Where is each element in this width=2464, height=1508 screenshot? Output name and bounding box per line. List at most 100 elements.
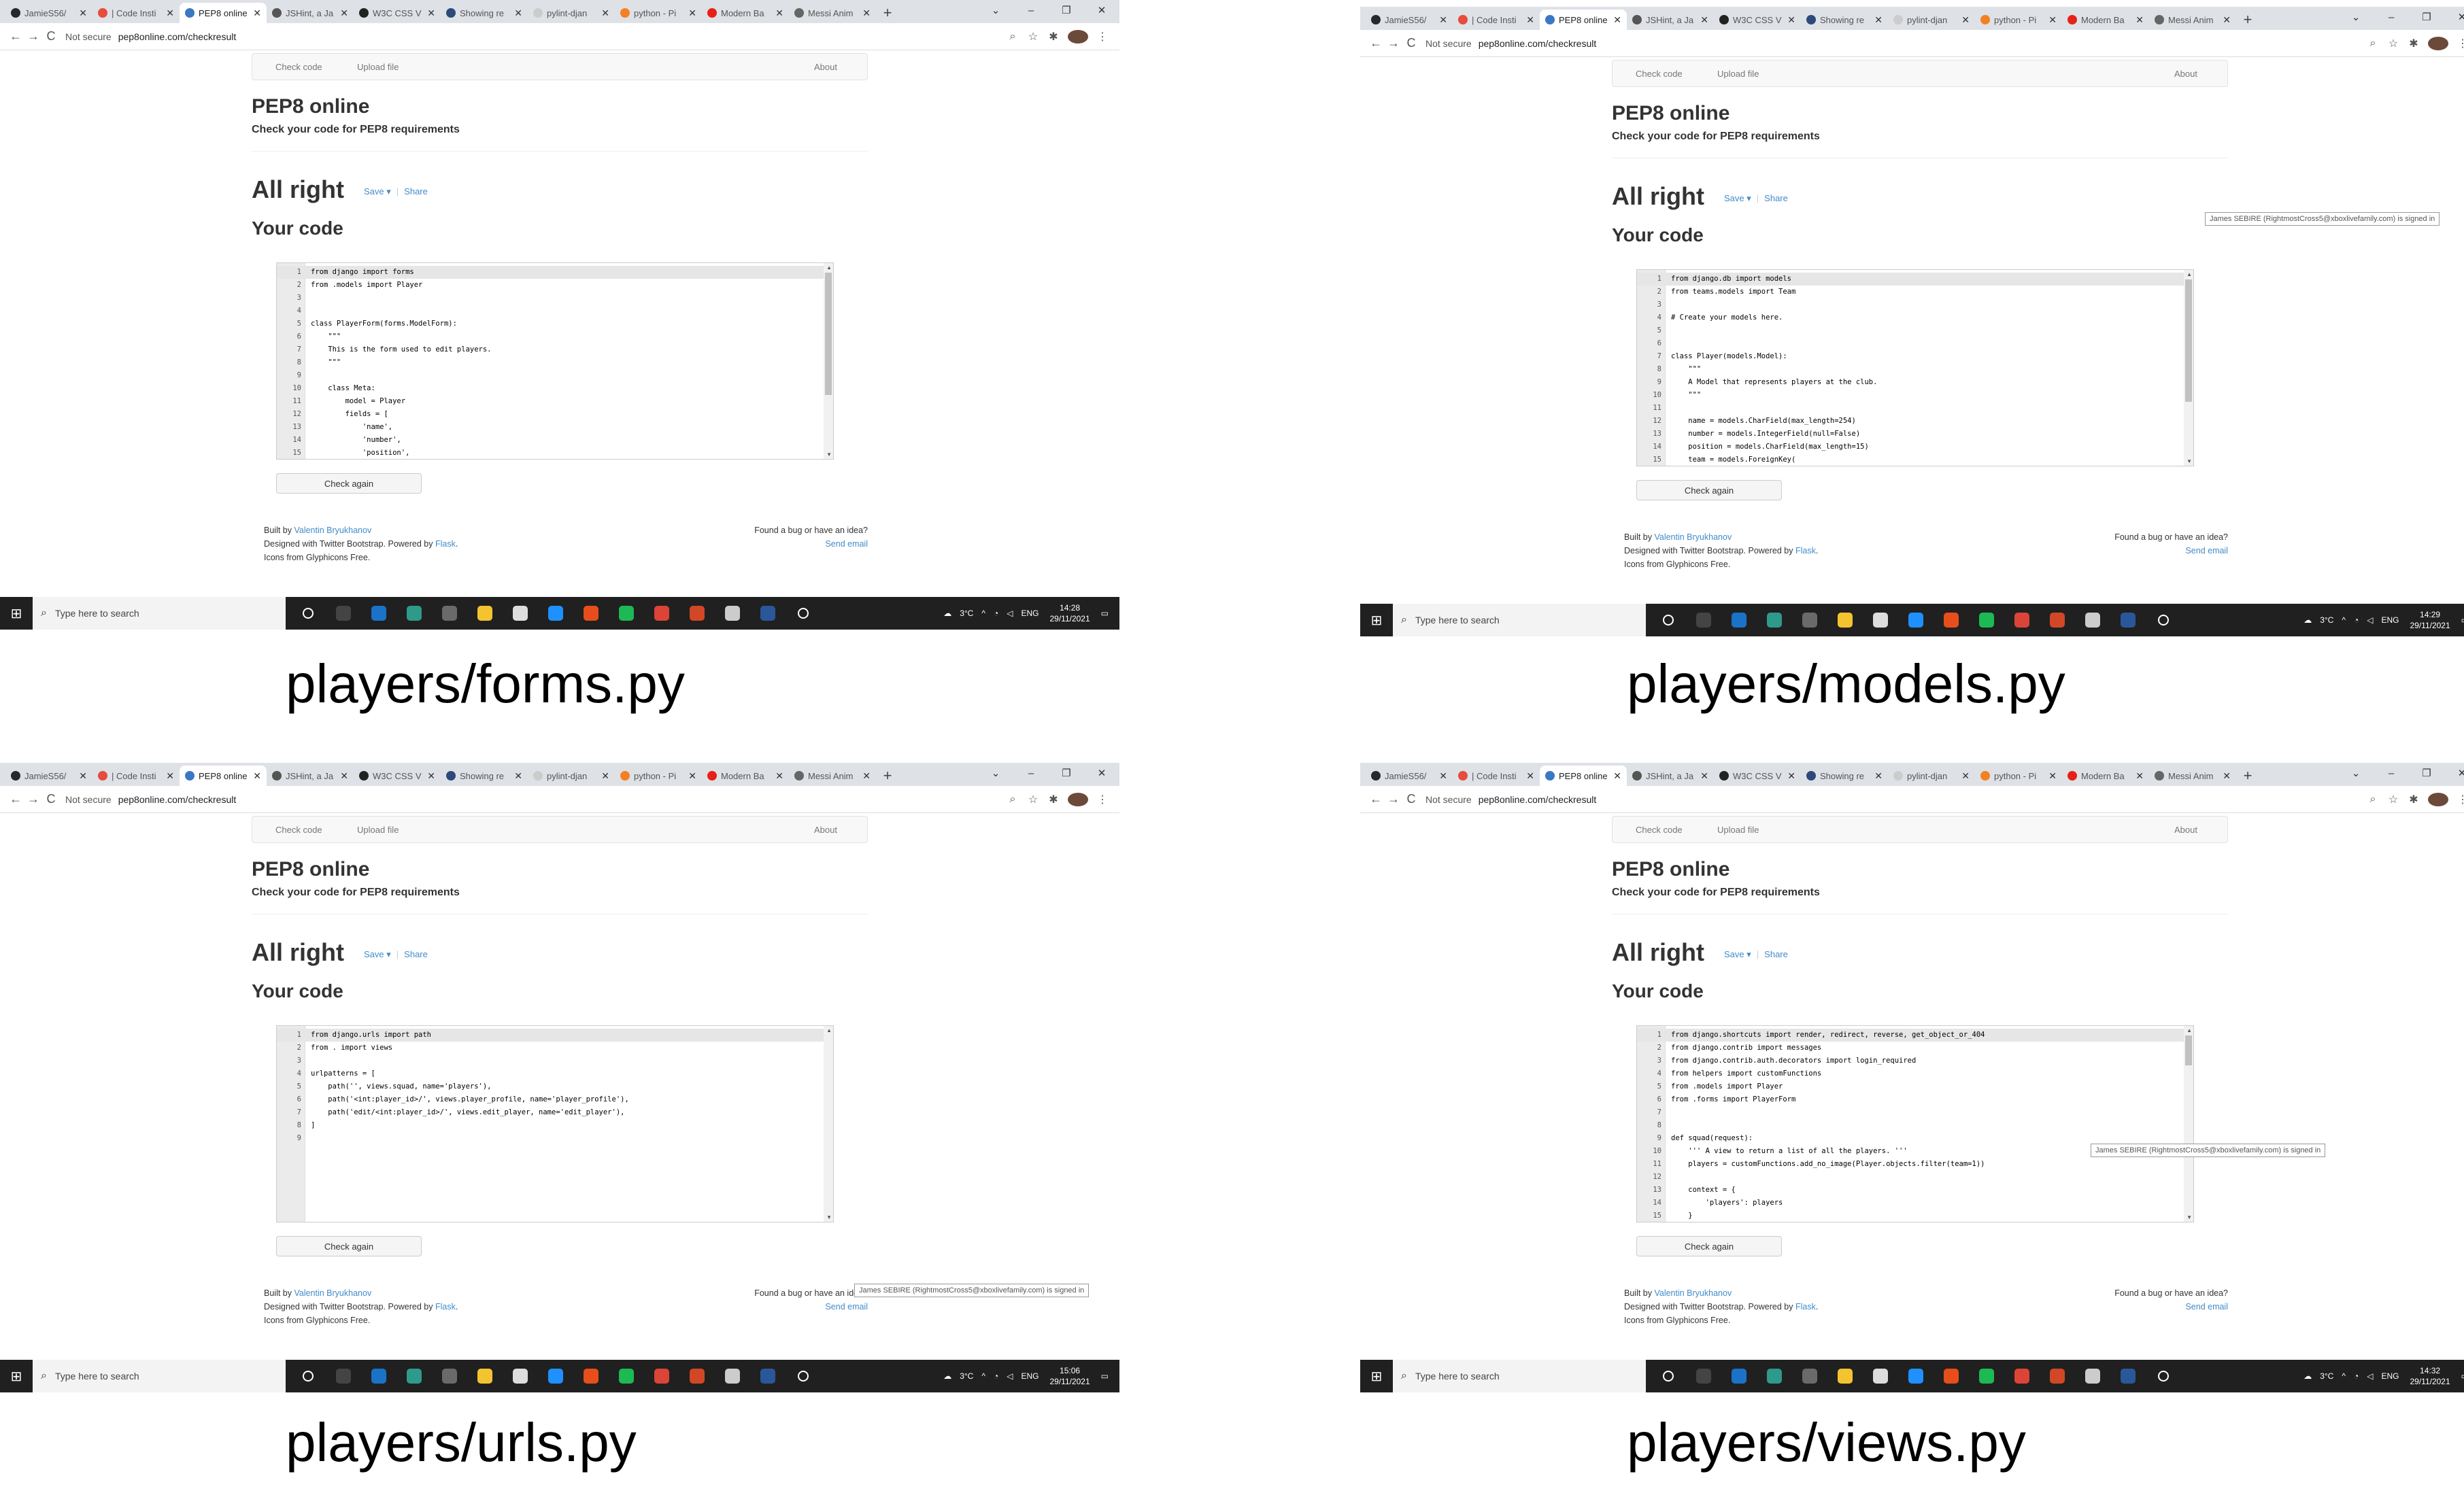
tab-close-icon[interactable]: ✕ <box>340 770 348 782</box>
browser-tab[interactable]: PEP8 online ✕ <box>1540 10 1627 30</box>
share-link[interactable]: Share <box>404 949 428 959</box>
nav-upload-file[interactable]: Upload file <box>1717 825 1759 835</box>
maximize-icon[interactable]: ❐ <box>2409 7 2444 27</box>
taskbar-search-box[interactable]: ⌕ Type here to search <box>33 1360 286 1392</box>
url-field[interactable]: Not secure pep8online.com/checkresult <box>1425 33 2357 54</box>
minimize-icon[interactable]: – <box>1013 0 1049 20</box>
taskbar-app-settings-icon[interactable] <box>2150 607 2176 633</box>
browser-tab[interactable]: JSHint, a Ja ✕ <box>1627 10 1714 30</box>
browser-tab[interactable]: PEP8 online ✕ <box>180 766 267 786</box>
author-link[interactable]: Valentin Bryukhanov <box>294 1288 371 1298</box>
weather-temp[interactable]: 3°C <box>960 1371 973 1381</box>
tab-close-icon[interactable]: ✕ <box>427 7 435 19</box>
taskbar-app-settings-icon[interactable] <box>2150 1363 2176 1389</box>
tab-close-icon[interactable]: ✕ <box>253 770 261 782</box>
language-indicator[interactable]: ENG <box>2381 615 2399 625</box>
url-text[interactable]: pep8online.com/checkresult <box>118 794 237 805</box>
browser-tab[interactable]: | Code Insti ✕ <box>92 766 180 786</box>
flask-link[interactable]: Flask <box>435 539 456 549</box>
scrollbar-thumb[interactable] <box>2185 1035 2192 1065</box>
tab-close-icon[interactable]: ✕ <box>166 770 174 782</box>
taskbar-app-word-icon[interactable] <box>755 600 781 626</box>
forward-icon[interactable]: → <box>1385 36 1402 50</box>
taskbar-app-mail-icon[interactable] <box>1726 607 1752 633</box>
taskbar-app-task-view-icon[interactable] <box>331 1363 356 1389</box>
tray-overflow-icon[interactable]: ^ <box>981 1371 985 1381</box>
save-dropdown[interactable]: Save ▾ <box>1724 949 1751 959</box>
tab-close-icon[interactable]: ✕ <box>1613 770 1621 782</box>
browser-menu-icon[interactable]: ⋮ <box>2452 37 2464 50</box>
profile-avatar[interactable] <box>2428 36 2448 50</box>
scroll-down-icon[interactable]: ▼ <box>2187 458 2192 464</box>
send-email-link[interactable]: Send email <box>680 537 868 551</box>
browser-tab[interactable]: pylint-djan ✕ <box>1888 766 1975 786</box>
extensions-icon[interactable]: ✱ <box>1043 30 1064 44</box>
scroll-up-icon[interactable]: ▲ <box>2187 1027 2192 1033</box>
volume-icon[interactable]: ◁ <box>2367 615 2373 625</box>
send-email-link[interactable]: Send email <box>2040 544 2228 558</box>
reload-icon[interactable]: C <box>1402 792 1420 806</box>
bookmark-star-icon[interactable]: ☆ <box>1023 30 1043 44</box>
taskbar-app-file-explorer-icon[interactable] <box>472 1363 498 1389</box>
taskbar-app-powerpoint-icon[interactable] <box>2044 607 2070 633</box>
wifi-icon[interactable]: ◔ <box>994 609 998 618</box>
browser-tab[interactable]: W3C CSS V ✕ <box>354 766 441 786</box>
taskbar-app-spotify-icon[interactable] <box>1974 1363 1999 1389</box>
code-editor[interactable]: 1 from django.db import models 2 from teams… <box>1636 269 2194 466</box>
editor-scrollbar[interactable]: ▲ ▼ <box>2184 1026 2193 1222</box>
nav-check-code[interactable]: Check code <box>1636 825 1683 835</box>
notifications-icon[interactable]: ▭ <box>1101 609 1109 618</box>
taskbar-app-edge-icon[interactable] <box>1761 607 1787 633</box>
bookmark-star-icon[interactable]: ☆ <box>1023 793 1043 806</box>
scroll-down-icon[interactable]: ▼ <box>826 1214 832 1220</box>
taskbar-app-paint-icon[interactable] <box>720 600 745 626</box>
windows-start-icon[interactable]: ⊞ <box>0 1360 33 1392</box>
zoom-search-icon[interactable]: ⌕ <box>1002 793 1023 806</box>
taskbar-clock[interactable]: 14:29 29/11/2021 <box>2410 609 2450 631</box>
tab-close-icon[interactable]: ✕ <box>1787 14 1795 26</box>
maximize-icon[interactable]: ❐ <box>1049 763 1084 783</box>
send-email-link[interactable]: Send email <box>680 1300 868 1314</box>
check-again-button[interactable]: Check again <box>1636 480 1782 500</box>
tab-close-icon[interactable]: ✕ <box>688 770 696 782</box>
flask-link[interactable]: Flask <box>1795 1302 1816 1312</box>
tab-close-icon[interactable]: ✕ <box>1700 14 1708 26</box>
bookmark-star-icon[interactable]: ☆ <box>2383 793 2403 806</box>
flask-link[interactable]: Flask <box>1795 546 1816 555</box>
tab-close-icon[interactable]: ✕ <box>775 770 783 782</box>
taskbar-app-spotify-icon[interactable] <box>613 600 639 626</box>
url-field[interactable]: Not secure pep8online.com/checkresult <box>1425 789 2357 810</box>
browser-menu-icon[interactable]: ⋮ <box>1092 30 1113 44</box>
zoom-search-icon[interactable]: ⌕ <box>2363 37 2383 50</box>
weather-temp[interactable]: 3°C <box>2320 615 2333 625</box>
taskbar-app-file-explorer-icon[interactable] <box>1832 607 1858 633</box>
nav-about[interactable]: About <box>2174 69 2197 79</box>
tab-close-icon[interactable]: ✕ <box>1439 770 1447 782</box>
new-tab-button[interactable]: + <box>876 3 899 23</box>
nav-about[interactable]: About <box>814 62 837 72</box>
back-icon[interactable]: ← <box>7 29 24 44</box>
volume-icon[interactable]: ◁ <box>2367 1371 2373 1381</box>
code-editor[interactable]: 1 from django.shortcuts import render, re… <box>1636 1025 2194 1222</box>
taskbar-app-powerpoint-icon[interactable] <box>2044 1363 2070 1389</box>
profile-avatar[interactable] <box>1068 792 1088 806</box>
notifications-icon[interactable]: ▭ <box>1101 1371 1109 1381</box>
taskbar-app-ie-icon[interactable] <box>1903 607 1929 633</box>
taskbar-app-mail-icon[interactable] <box>366 600 392 626</box>
browser-tab[interactable]: pylint-djan ✕ <box>1888 10 1975 30</box>
editor-scrollbar[interactable]: ▲ ▼ <box>824 263 833 459</box>
tab-close-icon[interactable]: ✕ <box>1874 770 1883 782</box>
taskbar-app-office-icon[interactable] <box>1938 1363 1964 1389</box>
taskbar-search-box[interactable]: ⌕ Type here to search <box>1393 604 1646 636</box>
browser-tab[interactable]: | Code Insti ✕ <box>1453 10 1540 30</box>
code-editor[interactable]: 1 from django import forms 2 from .models i… <box>276 262 834 460</box>
tab-close-icon[interactable]: ✕ <box>2048 14 2057 26</box>
weather-temp[interactable]: 3°C <box>2320 1371 2333 1381</box>
browser-tab[interactable]: W3C CSS V ✕ <box>1714 766 1801 786</box>
browser-tab[interactable]: Showing re ✕ <box>1801 10 1888 30</box>
browser-tab[interactable]: Showing re ✕ <box>441 766 528 786</box>
forward-icon[interactable]: → <box>24 29 42 44</box>
taskbar-app-mail-icon[interactable] <box>366 1363 392 1389</box>
tab-close-icon[interactable]: ✕ <box>1526 14 1534 26</box>
volume-icon[interactable]: ◁ <box>1007 1371 1013 1381</box>
